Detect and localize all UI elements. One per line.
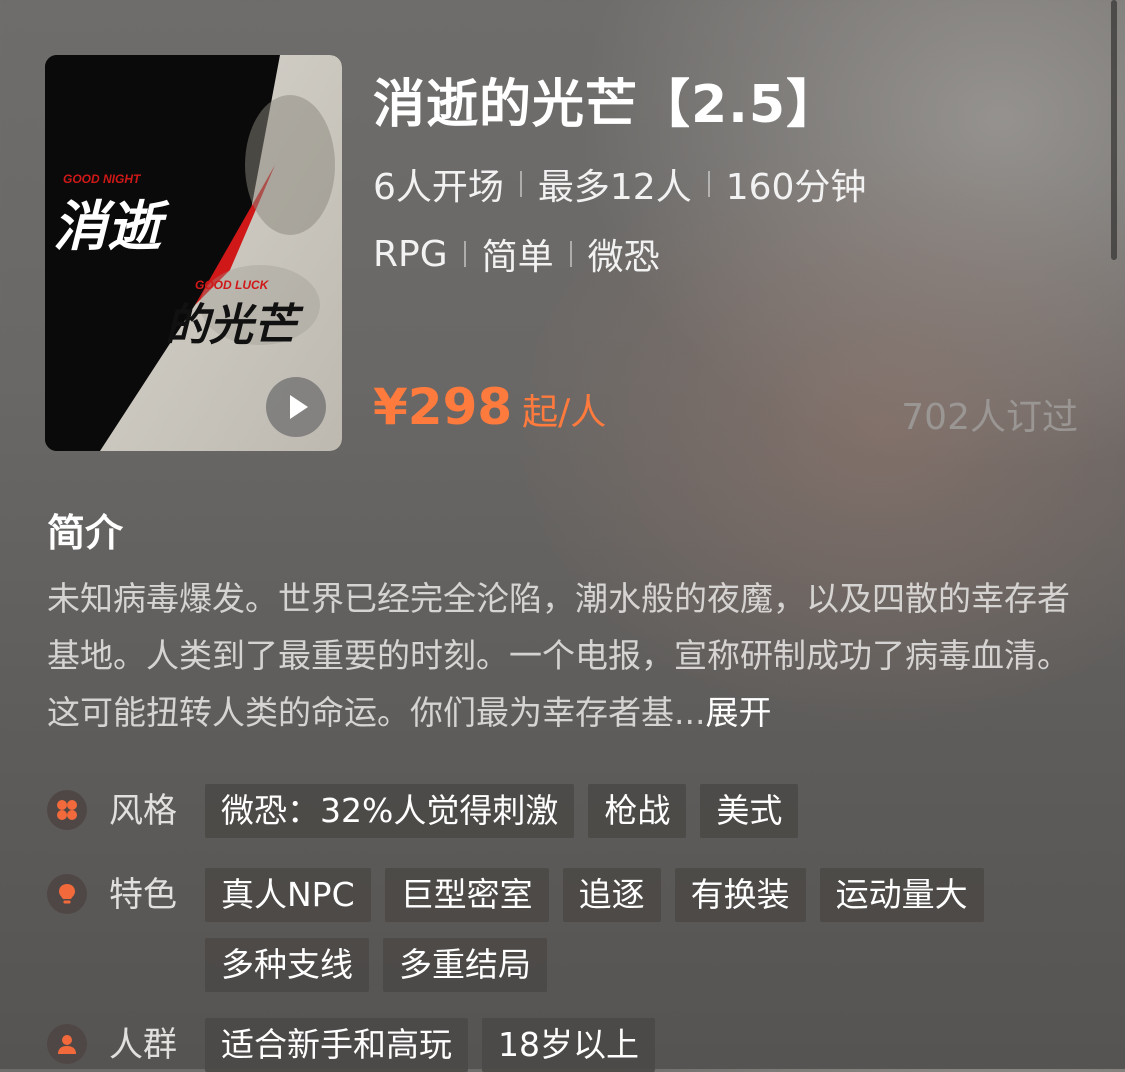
tag-list: 真人NPC 巨型密室 追逐 有换装 运动量大 多种支线 多重结局 bbox=[205, 868, 1005, 992]
play-button[interactable] bbox=[266, 377, 326, 437]
play-icon bbox=[289, 395, 308, 419]
cover-art-title-1: 消逝 bbox=[53, 195, 170, 258]
duration: 160分钟 bbox=[725, 167, 867, 208]
scrollbar[interactable] bbox=[1111, 0, 1117, 260]
divider bbox=[707, 171, 710, 197]
feature-icon bbox=[47, 874, 87, 914]
difficulty-tag: 简单 bbox=[481, 237, 554, 278]
attribute-row-style: 风格 微恐：32%人觉得刺激 枪战 美式 bbox=[47, 784, 1005, 838]
divider bbox=[519, 171, 522, 197]
tag[interactable]: 美式 bbox=[700, 784, 799, 838]
price: ¥298 起/人 bbox=[373, 378, 606, 436]
tag[interactable]: 多种支线 bbox=[205, 938, 369, 992]
attribute-label: 特色 bbox=[109, 875, 177, 915]
cover-image[interactable]: GOOD NIGHT 消逝 GOOD LUCK 的光芒 bbox=[45, 55, 342, 451]
intro-text: 未知病毒爆发。世界已经完全沦陷，潮水般的夜魔，以及四散的幸存者基地。人类到了最重… bbox=[47, 570, 1087, 741]
attribute-row-audience: 人群 适合新手和高玩 18岁以上 bbox=[47, 1018, 1005, 1072]
min-players: 6人开场 bbox=[373, 167, 504, 208]
attribute-label: 风格 bbox=[109, 791, 177, 831]
tag[interactable]: 巨型密室 bbox=[384, 868, 549, 922]
intro-body: 未知病毒爆发。世界已经完全沦陷，潮水般的夜魔，以及四散的幸存者基地。人类到了最重… bbox=[47, 579, 1070, 732]
tag[interactable]: 多重结局 bbox=[383, 938, 547, 992]
tag[interactable]: 枪战 bbox=[588, 784, 687, 838]
tag[interactable]: 有换装 bbox=[674, 868, 806, 922]
cover-tagline-2: GOOD LUCK bbox=[195, 278, 270, 292]
fear-level-tag: 微恐 bbox=[587, 237, 660, 278]
style-icon bbox=[47, 790, 87, 830]
genre-tag: RPG bbox=[373, 233, 448, 275]
tag[interactable]: 微恐：32%人觉得刺激 bbox=[205, 784, 575, 838]
max-players: 最多12人 bbox=[537, 167, 692, 208]
divider bbox=[463, 241, 466, 267]
price-amount: ¥298 bbox=[373, 378, 513, 436]
tag-list: 微恐：32%人觉得刺激 枪战 美式 bbox=[205, 784, 1005, 838]
intro-heading: 简介 bbox=[47, 511, 124, 555]
cover-tagline-1: GOOD NIGHT bbox=[63, 172, 142, 186]
tag[interactable]: 18岁以上 bbox=[482, 1018, 655, 1072]
tag-list: 适合新手和高玩 18岁以上 bbox=[205, 1018, 1005, 1072]
session-info: 6人开场 最多12人 160分钟 bbox=[373, 158, 866, 210]
booked-count: 702人订过 bbox=[901, 397, 1078, 438]
tag[interactable]: 运动量大 bbox=[819, 868, 984, 922]
tag[interactable]: 适合新手和高玩 bbox=[205, 1018, 468, 1072]
attribute-row-feature: 特色 真人NPC 巨型密室 追逐 有换装 运动量大 多种支线 多重结局 bbox=[47, 868, 1005, 992]
divider bbox=[569, 241, 572, 267]
price-unit: 起/人 bbox=[522, 392, 607, 433]
tag[interactable]: 真人NPC bbox=[205, 868, 371, 922]
attribute-label: 人群 bbox=[109, 1025, 177, 1065]
game-tags: RPG 简单 微恐 bbox=[373, 228, 660, 280]
audience-icon bbox=[47, 1024, 87, 1064]
tag[interactable]: 追逐 bbox=[562, 868, 661, 922]
page-title: 消逝的光芒【2.5】 bbox=[373, 75, 840, 135]
expand-button[interactable]: 展开 bbox=[705, 693, 771, 732]
cover-art-title-2: 的光芒 bbox=[165, 300, 304, 351]
